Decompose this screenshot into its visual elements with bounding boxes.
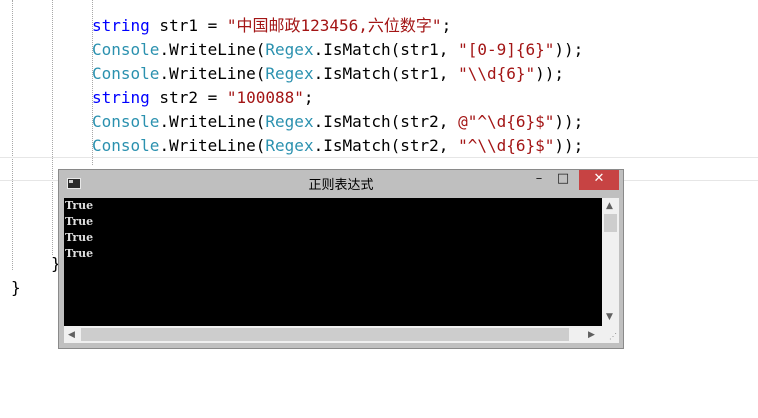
indent-guide-method: [52, 0, 53, 255]
close-button[interactable]: ✕: [579, 170, 619, 190]
indent-guide-outer: [12, 0, 13, 270]
code-text: ));: [554, 112, 584, 131]
resize-corner[interactable]: ⋰: [602, 326, 619, 343]
string-literal: @"^\d{6}$": [458, 112, 555, 131]
code-line-3: Console.WriteLine(Regex.IsMatch(str1, "\…: [92, 62, 564, 86]
minimize-button[interactable]: –: [529, 170, 549, 190]
code-text: .WriteLine(: [159, 112, 266, 131]
output-line: True: [65, 199, 94, 212]
string-literal: "[0-9]{6}": [458, 40, 555, 59]
type-console: Console: [92, 64, 160, 83]
vertical-scrollbar[interactable]: ▲ ▼: [602, 198, 619, 326]
code-text: ));: [554, 136, 584, 155]
type-console: Console: [92, 112, 160, 131]
output-line: True: [65, 247, 94, 260]
horizontal-scrollbar[interactable]: ◀ ▶: [64, 326, 602, 343]
output-line: True: [65, 231, 94, 244]
string-literal: "100088": [226, 88, 304, 107]
scroll-right-icon[interactable]: ▶: [588, 330, 595, 340]
scroll-down-icon[interactable]: ▼: [606, 312, 613, 322]
code-text: ));: [535, 64, 565, 83]
string-literal: "\\d{6}": [458, 64, 536, 83]
code-text: .WriteLine(: [159, 40, 266, 59]
horizontal-scroll-thumb[interactable]: [81, 328, 569, 341]
code-text: .IsMatch(str2,: [313, 136, 459, 155]
resize-grip-icon[interactable]: ⋰: [609, 333, 617, 341]
code-line-5: Console.WriteLine(Regex.IsMatch(str2, @"…: [92, 110, 583, 134]
string-literal: "中国邮政123456,六位数字": [226, 16, 442, 35]
type-regex: Regex: [265, 40, 314, 59]
code-text: ));: [554, 40, 584, 59]
type-console: Console: [92, 40, 160, 59]
code-text: .IsMatch(str1,: [313, 64, 459, 83]
maximize-button[interactable]: □: [553, 170, 573, 190]
type-regex: Regex: [265, 64, 314, 83]
code-line-2: Console.WriteLine(Regex.IsMatch(str1, "[…: [92, 38, 583, 62]
code-text: .IsMatch(str2,: [313, 112, 459, 131]
type-regex: Regex: [265, 112, 314, 131]
keyword-string: string: [92, 88, 150, 107]
code-text: str1 =: [149, 16, 227, 35]
console-output[interactable]: True True True True: [64, 198, 602, 326]
code-text: ;: [303, 88, 314, 107]
console-titlebar[interactable]: 正则表达式 – □ ✕: [59, 170, 623, 197]
code-line-4: string str2 = "100088";: [92, 86, 314, 110]
code-line-6: Console.WriteLine(Regex.IsMatch(str2, "^…: [92, 134, 583, 158]
type-console: Console: [92, 136, 160, 155]
console-window[interactable]: 正则表达式 – □ ✕ True True True True ▲ ▼ ◀ ▶ …: [58, 169, 624, 349]
code-text: .IsMatch(str1,: [313, 40, 459, 59]
code-text: ;: [441, 16, 452, 35]
code-line-1: string str1 = "中国邮政123456,六位数字";: [92, 14, 451, 38]
code-text: str2 =: [149, 88, 227, 107]
code-text: .WriteLine(: [159, 64, 266, 83]
type-regex: Regex: [265, 136, 314, 155]
string-literal: "^\\d{6}$": [458, 136, 555, 155]
keyword-string: string: [92, 16, 150, 35]
scroll-left-icon[interactable]: ◀: [68, 330, 75, 340]
scroll-up-icon[interactable]: ▲: [606, 201, 613, 211]
class-closing-brace: }: [11, 278, 21, 297]
vertical-scroll-thumb[interactable]: [604, 214, 617, 232]
code-text: .WriteLine(: [159, 136, 266, 155]
output-line: True: [65, 215, 94, 228]
